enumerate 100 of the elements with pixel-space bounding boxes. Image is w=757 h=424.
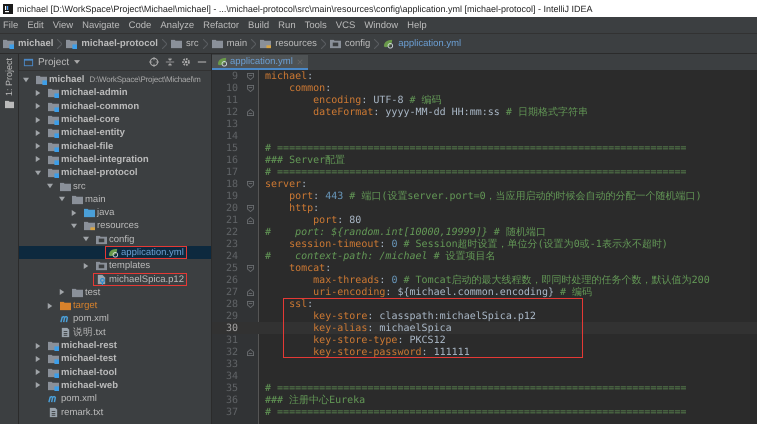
expanded-arrow-icon[interactable]	[83, 236, 89, 242]
folder-icon	[72, 286, 83, 298]
fold-marker-icon[interactable]	[247, 84, 254, 92]
menu-item[interactable]: Build	[248, 20, 270, 30]
code-line: ### 注册中心Eureka	[265, 394, 366, 407]
tree-item[interactable]: application.yml	[105, 246, 187, 259]
folder-icon	[48, 366, 59, 378]
tree-item[interactable]: config	[93, 232, 138, 246]
tree-item[interactable]: michael-test	[45, 352, 120, 366]
tree-item[interactable]: michaelSpica.p12	[93, 272, 187, 286]
collapsed-arrow-icon[interactable]	[35, 90, 41, 96]
menu-item[interactable]: Help	[407, 20, 427, 30]
fold-marker-icon[interactable]	[247, 288, 254, 296]
collapsed-arrow-icon[interactable]	[71, 210, 77, 216]
fold-marker-icon[interactable]	[247, 108, 254, 116]
tree-item[interactable]: main	[69, 192, 109, 206]
expanded-arrow-icon[interactable]	[23, 76, 29, 83]
collapsed-arrow-icon[interactable]	[35, 130, 41, 136]
tree-item[interactable]: michael-rest	[45, 339, 120, 352]
menu-item[interactable]: Navigate	[82, 20, 120, 30]
settings-icon[interactable]	[181, 57, 191, 67]
fold-marker-icon[interactable]	[247, 348, 254, 356]
folder-icon	[3, 38, 14, 49]
collapsed-arrow-icon[interactable]	[35, 156, 41, 162]
code-line: max-threads: 0 # Tomcat启动的最大线程数，即同时处理的任务个数，默认值为200	[312, 274, 710, 286]
collapsed-arrow-icon[interactable]	[35, 382, 41, 388]
collapsed-arrow-icon[interactable]	[47, 302, 53, 309]
fold-marker-icon[interactable]	[247, 72, 254, 80]
breadcrumb[interactable]: src	[170, 38, 199, 49]
menu-item[interactable]: View	[52, 20, 74, 30]
tree-item[interactable]: michael-common	[45, 100, 142, 113]
menu-item[interactable]: VCS	[336, 20, 356, 30]
fold-marker-icon[interactable]	[247, 204, 254, 212]
tree-item[interactable]: java	[81, 206, 118, 220]
tree-item[interactable]: test	[69, 286, 104, 299]
breadcrumb[interactable]: michael-protocol	[66, 38, 158, 49]
collapsed-arrow-icon[interactable]	[35, 103, 41, 110]
tree-item[interactable]: resources	[81, 219, 142, 232]
fold-marker-icon[interactable]	[247, 264, 254, 272]
collapse-icon[interactable]	[165, 57, 175, 67]
tree-item[interactable]: pom.xml	[57, 312, 112, 326]
folder-icon	[4, 100, 14, 110]
fold-marker-icon[interactable]	[247, 180, 254, 188]
collapsed-arrow-icon[interactable]	[35, 369, 41, 376]
chevron-icon	[251, 38, 256, 48]
fold-marker-icon[interactable]	[247, 216, 254, 224]
breadcrumb[interactable]: application.yml	[383, 38, 462, 49]
expanded-arrow-icon[interactable]	[71, 222, 77, 229]
breadcrumb[interactable]: main	[212, 38, 248, 49]
collapsed-arrow-icon[interactable]	[59, 289, 65, 296]
fold-marker-icon[interactable]	[247, 300, 254, 308]
folder-icon	[212, 38, 223, 49]
menu-item[interactable]: Window	[364, 20, 398, 30]
menu-item[interactable]: Refactor	[203, 20, 240, 30]
tree-item[interactable]: pom.xml	[45, 392, 100, 406]
breadcrumb[interactable]: config	[330, 38, 370, 49]
tree-item[interactable]: michael-admin	[45, 86, 131, 100]
code-line: dateFormat: yyyy-MM-dd HH:mm:ss # 日期格式字符串	[312, 106, 588, 119]
tree-item[interactable]: 说明.txt	[57, 324, 109, 340]
tree-item[interactable]: michael-protocol	[45, 166, 141, 180]
collapsed-arrow-icon[interactable]	[83, 262, 89, 269]
tree-item[interactable]: remark.txt	[45, 406, 106, 419]
tree-item[interactable]: michael-tool	[45, 366, 120, 379]
app-logo-icon	[3, 4, 13, 14]
crosshair-icon[interactable]	[149, 57, 159, 67]
code-line: tomcat:	[288, 262, 332, 274]
leaf-file-icon	[108, 247, 119, 258]
tree-item[interactable]: src	[57, 180, 89, 193]
maven-file-icon	[60, 313, 71, 324]
tree-item[interactable]: michael-core	[45, 113, 123, 126]
collapsed-arrow-icon[interactable]	[35, 356, 41, 362]
window-title: michael [D:\WorkSpace\Project\Michael\michael] - ...\michael-protocol\src\main\resources\config\application.yml [michael-protocol] - IntelliJ IDEA	[17, 4, 593, 14]
tree-item[interactable]: michael-integration	[45, 152, 152, 166]
tree-item[interactable]: michael-file	[45, 140, 116, 153]
expanded-arrow-icon[interactable]	[47, 183, 53, 190]
collapsed-arrow-icon[interactable]	[35, 143, 41, 150]
breadcrumb[interactable]: resources	[260, 38, 317, 49]
menu-item[interactable]: Analyze	[160, 20, 194, 30]
expanded-arrow-icon[interactable]	[35, 170, 41, 176]
collapsed-arrow-icon[interactable]	[35, 342, 41, 349]
menu-item[interactable]: Code	[128, 20, 152, 30]
folder-icon	[96, 234, 107, 245]
menu-item[interactable]: Tools	[304, 20, 327, 30]
menu-item[interactable]: File	[3, 20, 18, 30]
tree-item[interactable]: michael-web	[45, 378, 122, 392]
project-view-dropdown[interactable]: Project	[23, 56, 80, 68]
code-line: port: 443 # 端口(设置server.port=0，当应用启动的时候会自动的分配一个随机端口)	[288, 190, 702, 203]
expanded-arrow-icon[interactable]	[59, 196, 65, 202]
tree-item[interactable]: templates	[93, 259, 154, 272]
menu-item[interactable]: Run	[278, 20, 296, 30]
tree-item[interactable]: michael-entity	[45, 126, 128, 140]
line-number: 30	[224, 322, 239, 334]
code-line: port: 80	[312, 214, 362, 226]
project-side-tab[interactable]: 1: Project	[4, 58, 14, 96]
collapsed-arrow-icon[interactable]	[35, 116, 41, 123]
breadcrumb[interactable]: michael	[3, 38, 54, 49]
tree-item[interactable]: michael	[33, 73, 88, 86]
menu-item[interactable]: Edit	[27, 20, 44, 30]
tree-item[interactable]: target	[57, 299, 100, 312]
editor-tab[interactable]: application.yml	[212, 55, 308, 70]
